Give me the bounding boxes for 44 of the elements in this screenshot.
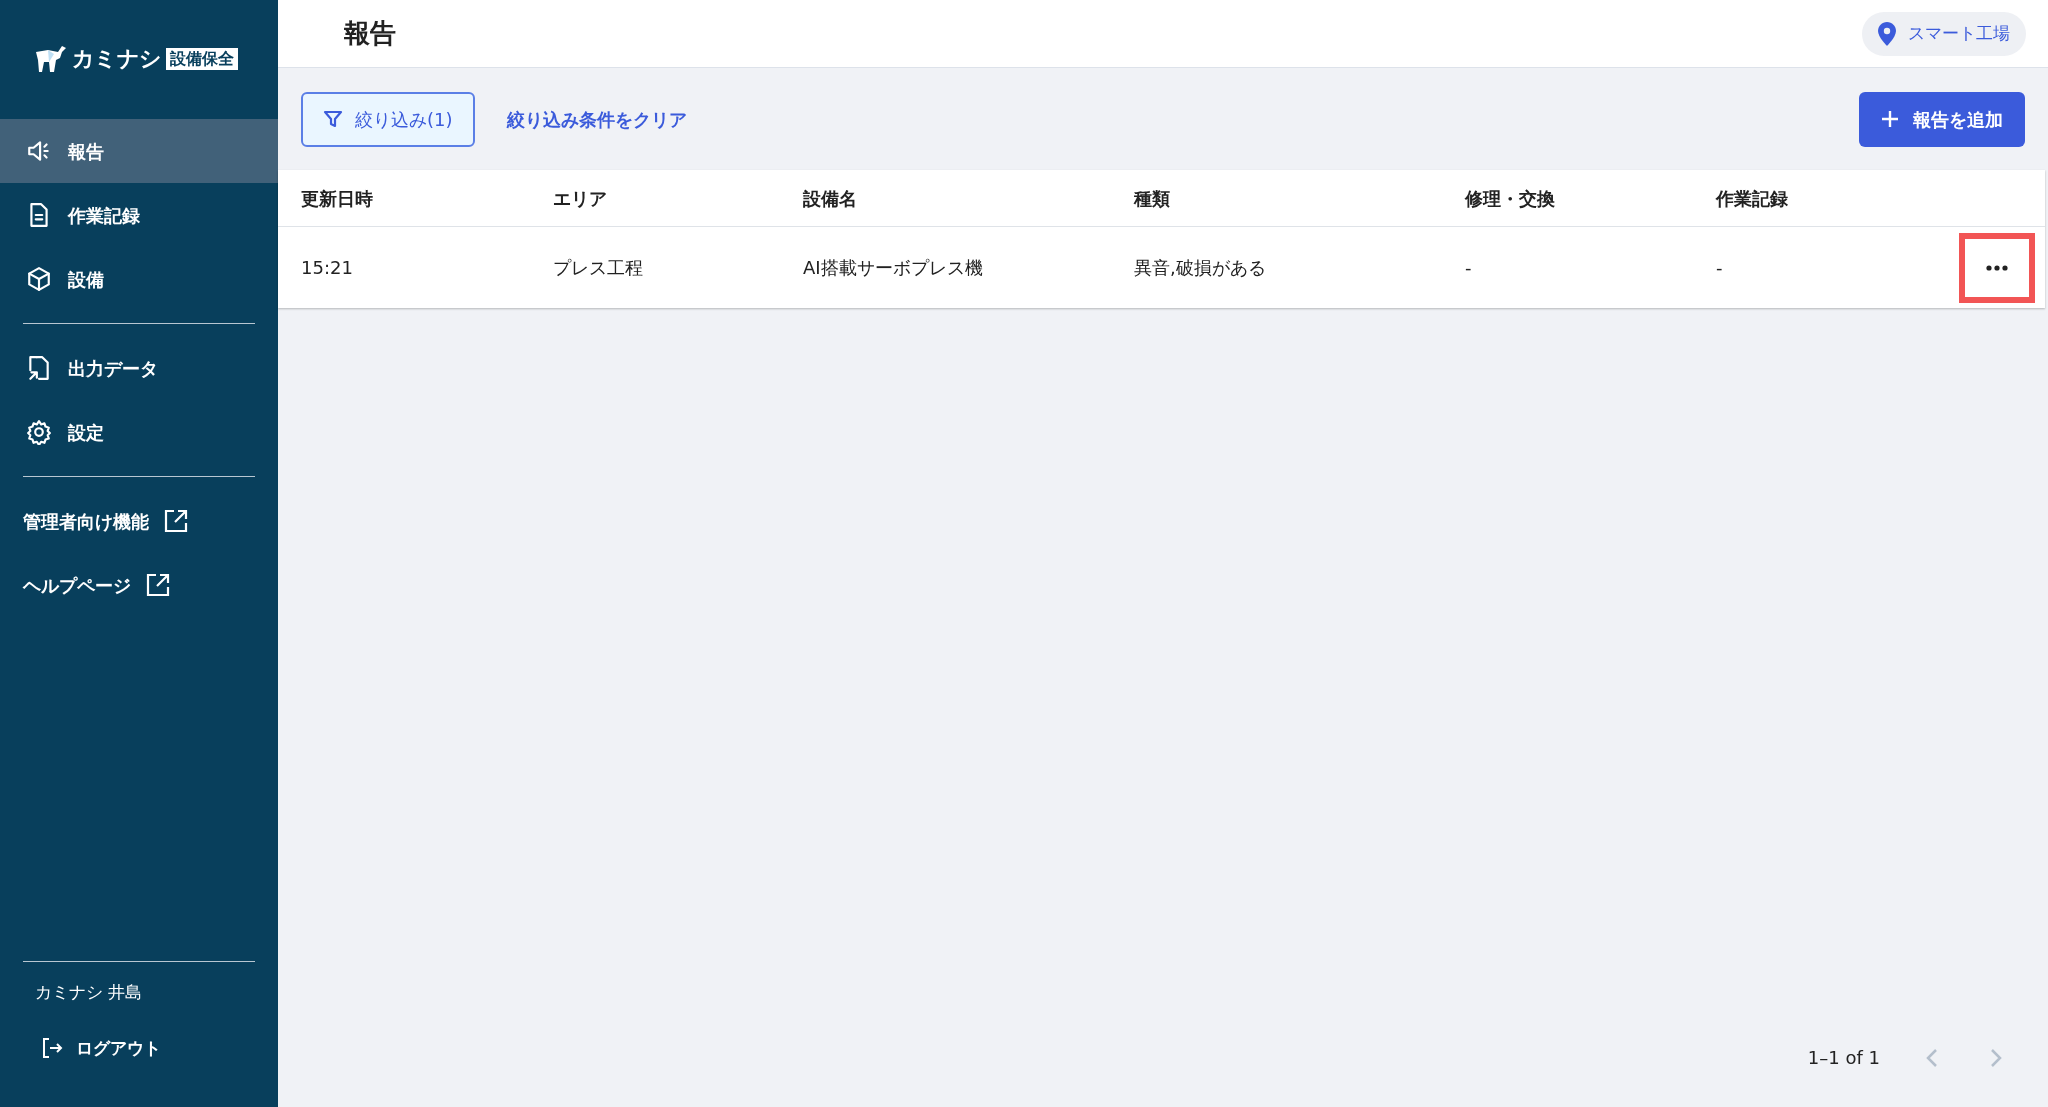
- more-options-button[interactable]: [1959, 232, 2035, 303]
- logo-text: カミナシ: [72, 45, 162, 73]
- column-header: 修理・交換: [1465, 186, 1556, 211]
- megaphone-icon: [26, 138, 52, 164]
- external-link[interactable]: ヘルプページ: [0, 553, 278, 617]
- chevron-right-icon: [1990, 1047, 2002, 1068]
- table-cell-text: AI搭載サーボプレス機: [803, 256, 984, 280]
- chevron-left-icon: [1926, 1047, 1938, 1068]
- pagination-range: 1–1 of 1: [1807, 1046, 1880, 1070]
- user-name: カミナシ 井島: [34, 981, 144, 1004]
- external-link-icon: [163, 508, 189, 534]
- file-export-icon: [26, 355, 52, 381]
- logout-button[interactable]: ログアウト: [40, 1035, 161, 1061]
- table-cell-text: 15:21: [301, 256, 354, 280]
- table-cell-text: 異音,破損がある: [1134, 256, 1267, 280]
- nav-item[interactable]: 設備: [0, 247, 278, 311]
- add-report-button[interactable]: 報告を追加: [1859, 91, 2025, 147]
- cube-icon: [26, 266, 52, 292]
- logo-badge: 設備保全: [165, 47, 238, 70]
- table-cell-text: プレス工程: [553, 256, 644, 280]
- column-header: 作業記録: [1716, 186, 1789, 211]
- filter-icon: [323, 109, 343, 129]
- location-chip[interactable]: スマート工場: [1862, 11, 2026, 56]
- filter-button[interactable]: 絞り込み(1): [301, 91, 475, 147]
- nav-item[interactable]: 設定: [0, 400, 278, 464]
- column-header: エリア: [553, 186, 608, 211]
- column-header: 更新日時: [301, 186, 374, 211]
- external-link[interactable]: 管理者向け機能: [0, 489, 278, 553]
- nav-item[interactable]: 出力データ: [0, 336, 278, 400]
- nav-item[interactable]: 報告: [0, 119, 278, 183]
- clear-filter-link[interactable]: 絞り込み条件をクリア: [506, 105, 687, 133]
- table-cell-text: -: [1716, 256, 1724, 280]
- logout-icon: [40, 1036, 64, 1061]
- settings-icon: [26, 419, 52, 445]
- goat-logo-icon: [34, 43, 68, 74]
- column-header: 種類: [1134, 186, 1171, 211]
- external-link-icon: [145, 572, 171, 598]
- table-cell-text: -: [1465, 256, 1473, 280]
- more-icon: [1986, 264, 2008, 271]
- column-header: 設備名: [803, 186, 858, 211]
- page-title: 報告: [344, 17, 396, 50]
- nav-item[interactable]: 作業記録: [0, 183, 278, 247]
- plus-icon: [1881, 110, 1899, 128]
- location-pin-icon: [1878, 21, 1896, 46]
